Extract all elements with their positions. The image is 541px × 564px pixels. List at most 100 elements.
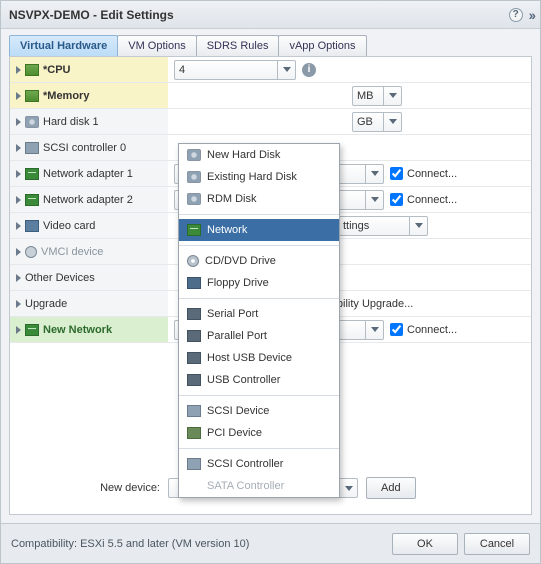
- compatibility-text: Compatibility: ESXi 5.5 and later (VM ve…: [11, 538, 249, 550]
- scsi-icon: [25, 142, 39, 154]
- disk-icon: [187, 171, 201, 183]
- chevron-down-icon: [277, 61, 295, 79]
- network-icon: [187, 224, 201, 236]
- expand-icon[interactable]: [16, 66, 21, 74]
- expand-icon[interactable]: [16, 118, 21, 126]
- disk-icon: [187, 193, 201, 205]
- na1-label: Network adapter 1: [43, 168, 133, 180]
- popup-item-network[interactable]: Network: [179, 219, 339, 241]
- hd1-label: Hard disk 1: [43, 116, 99, 128]
- network-icon: [25, 194, 39, 206]
- popup-item-existing-hard-disk[interactable]: Existing Hard Disk: [179, 166, 339, 188]
- popup-item-new-hard-disk[interactable]: New Hard Disk: [179, 144, 339, 166]
- disk-icon: [25, 116, 39, 128]
- memory-icon: [25, 90, 39, 102]
- na2-connect-input[interactable]: [390, 193, 403, 206]
- row-hard-disk-1: Hard disk 1 GB: [10, 109, 531, 135]
- popup-item-cddvd-drive[interactable]: CD/DVD Drive: [179, 250, 339, 272]
- popup-item-usb-controller[interactable]: USB Controller: [179, 369, 339, 391]
- dialog-window: NSVPX-DEMO - Edit Settings ? ›› Virtual …: [0, 0, 541, 564]
- disk-icon: [187, 149, 201, 161]
- newnet-connect-label: Connect...: [407, 324, 457, 336]
- expand-icon[interactable]: [16, 92, 21, 100]
- help-icon[interactable]: ?: [509, 8, 523, 22]
- info-icon[interactable]: i: [302, 63, 316, 77]
- video-dropdown[interactable]: ttings: [338, 216, 428, 236]
- floppy-icon: [187, 277, 201, 289]
- expand-icon[interactable]: [16, 222, 21, 230]
- memory-unit-dropdown[interactable]: MB: [352, 86, 402, 106]
- popup-item-serial-port[interactable]: Serial Port: [179, 303, 339, 325]
- na2-connect-checkbox[interactable]: Connect...: [390, 193, 457, 206]
- hd1-unit-dropdown[interactable]: GB: [352, 112, 402, 132]
- new-device-popup: New Hard Disk Existing Hard Disk RDM Dis…: [178, 143, 340, 498]
- popup-item-sata-controller[interactable]: SATA Controller: [179, 475, 339, 497]
- popup-item-pci-device[interactable]: PCI Device: [179, 422, 339, 444]
- tab-vapp-options[interactable]: vApp Options: [278, 35, 366, 56]
- na1-connect-checkbox[interactable]: Connect...: [390, 167, 457, 180]
- popup-separator: [179, 298, 339, 299]
- expand-icon[interactable]: [16, 144, 21, 152]
- popup-separator: [179, 448, 339, 449]
- cpu-icon: [25, 64, 39, 76]
- expand-icon[interactable]: [16, 274, 21, 282]
- popup-item-rdm-disk[interactable]: RDM Disk: [179, 188, 339, 210]
- ok-button[interactable]: OK: [392, 533, 458, 555]
- cancel-button[interactable]: Cancel: [464, 533, 530, 555]
- upgrade-label: Upgrade: [25, 298, 67, 310]
- scsi-icon: [187, 405, 201, 417]
- chevron-down-icon: [383, 87, 401, 105]
- row-cpu: *CPU 4 i: [10, 57, 531, 83]
- expand-icon[interactable]: [16, 326, 21, 334]
- chevron-down-icon: [365, 165, 383, 183]
- tab-sdrs-rules[interactable]: SDRS Rules: [196, 35, 280, 56]
- row-memory: *Memory MB: [10, 83, 531, 109]
- titlebar: NSVPX-DEMO - Edit Settings ? ››: [1, 1, 540, 29]
- newnet-label: New Network: [43, 324, 112, 336]
- na2-connect-label: Connect...: [407, 194, 457, 206]
- network-icon: [25, 168, 39, 180]
- cd-icon: [187, 255, 199, 267]
- newnet-connect-checkbox[interactable]: Connect...: [390, 323, 457, 336]
- scsi-icon: [187, 458, 201, 470]
- newnet-connect-input[interactable]: [390, 323, 403, 336]
- na1-connect-label: Connect...: [407, 168, 457, 180]
- tab-virtual-hardware[interactable]: Virtual Hardware: [9, 35, 118, 56]
- parallel-port-icon: [187, 330, 201, 342]
- expand-icon[interactable]: [16, 196, 21, 204]
- window-title: NSVPX-DEMO - Edit Settings: [9, 8, 174, 22]
- na2-label: Network adapter 2: [43, 194, 133, 206]
- expand-icon[interactable]: [16, 300, 21, 308]
- usb-icon: [187, 352, 201, 364]
- serial-port-icon: [187, 308, 201, 320]
- dialog-footer: Compatibility: ESXi 5.5 and later (VM ve…: [1, 523, 540, 563]
- scsi0-label: SCSI controller 0: [43, 142, 126, 154]
- cpu-label: *CPU: [43, 64, 71, 76]
- pci-icon: [187, 427, 201, 439]
- other-label: Other Devices: [25, 272, 95, 284]
- memory-label: *Memory: [43, 90, 89, 102]
- chevron-down-icon: [409, 217, 427, 235]
- popup-item-parallel-port[interactable]: Parallel Port: [179, 325, 339, 347]
- popup-item-floppy-drive[interactable]: Floppy Drive: [179, 272, 339, 294]
- chevron-down-icon: [365, 321, 383, 339]
- vmci-icon: [25, 246, 37, 258]
- popup-separator: [179, 395, 339, 396]
- chevron-down-icon: [365, 191, 383, 209]
- popup-item-host-usb-device[interactable]: Host USB Device: [179, 347, 339, 369]
- tab-vm-options[interactable]: VM Options: [117, 35, 196, 56]
- popup-separator: [179, 245, 339, 246]
- expand-icon[interactable]: ››: [529, 7, 534, 23]
- network-icon: [25, 324, 39, 336]
- add-button[interactable]: Add: [366, 477, 416, 499]
- na1-connect-input[interactable]: [390, 167, 403, 180]
- expand-icon[interactable]: [16, 170, 21, 178]
- cpu-count-dropdown[interactable]: 4: [174, 60, 296, 80]
- tab-bar: Virtual Hardware VM Options SDRS Rules v…: [1, 29, 540, 56]
- expand-icon[interactable]: [16, 248, 21, 256]
- popup-item-scsi-device[interactable]: SCSI Device: [179, 400, 339, 422]
- video-value: ttings: [343, 220, 369, 232]
- memory-unit-value: MB: [357, 90, 374, 102]
- popup-item-scsi-controller[interactable]: SCSI Controller: [179, 453, 339, 475]
- chevron-down-icon: [383, 113, 401, 131]
